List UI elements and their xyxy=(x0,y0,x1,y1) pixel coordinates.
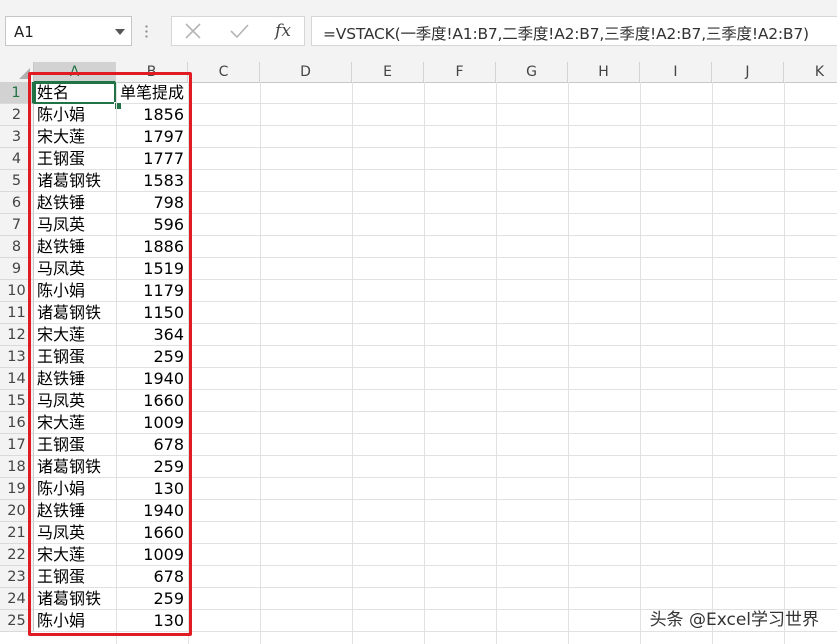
cancel-icon[interactable] xyxy=(178,20,208,42)
column-header-h[interactable]: H xyxy=(568,62,640,82)
column-gridline xyxy=(568,82,569,644)
name-box-value: A1 xyxy=(14,23,34,41)
fx-icon[interactable]: fx xyxy=(268,20,298,42)
watermark: 头条 @Excel学习世界 xyxy=(649,610,819,630)
enter-icon[interactable] xyxy=(224,20,254,42)
column-header-i[interactable]: I xyxy=(640,62,712,82)
column-header-k[interactable]: K xyxy=(784,62,837,82)
column-header-e[interactable]: E xyxy=(352,62,424,82)
name-box[interactable]: A1 xyxy=(5,16,132,46)
column-gridline xyxy=(496,82,497,644)
column-gridline xyxy=(424,82,425,644)
formula-bar: A1 fx =VSTACK(一季度!A1:B7,二季度!A2:B7,三季度!A2… xyxy=(0,0,837,63)
column-gridline xyxy=(784,82,785,644)
column-gridline xyxy=(260,82,261,644)
column-header-g[interactable]: G xyxy=(496,62,568,82)
formula-input[interactable]: =VSTACK(一季度!A1:B7,二季度!A2:B7,三季度!A2:B7,三季… xyxy=(311,16,837,46)
column-header-c[interactable]: C xyxy=(188,62,260,82)
column-header-d[interactable]: D xyxy=(260,62,352,82)
dropdown-arrow-icon[interactable] xyxy=(115,29,125,35)
column-header-j[interactable]: J xyxy=(712,62,784,82)
column-gridline xyxy=(640,82,641,644)
column-gridline xyxy=(712,82,713,644)
column-gridline xyxy=(352,82,353,644)
formula-text: =VSTACK(一季度!A1:B7,二季度!A2:B7,三季度!A2:B7,三季… xyxy=(323,25,809,43)
highlight-frame xyxy=(28,72,192,636)
formula-buttons: fx xyxy=(171,16,305,46)
grip-icon[interactable] xyxy=(145,24,148,40)
column-header-f[interactable]: F xyxy=(424,62,496,82)
